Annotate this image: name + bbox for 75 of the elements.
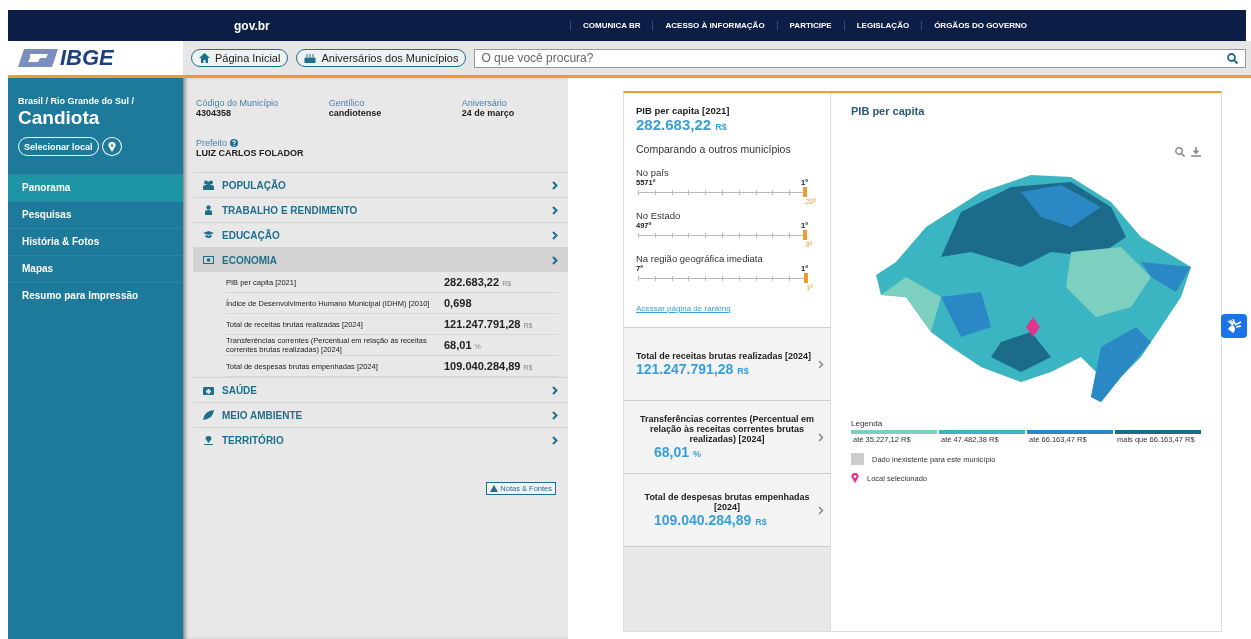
field-label: Gentílico — [328, 98, 366, 108]
home-icon — [199, 53, 210, 63]
legend-title: Legenda — [851, 419, 884, 428]
section-icon — [203, 435, 214, 445]
field-label: Código do Município — [196, 98, 280, 108]
nav-pill-button[interactable]: Página Inicial — [191, 49, 289, 67]
indicator-title: Total de receitas brutas realizadas [2024] — [636, 351, 812, 361]
govbr-logo[interactable]: gov.br — [234, 18, 570, 33]
gov-link[interactable]: COMUNICA BR — [570, 21, 653, 30]
download-icon[interactable] — [1191, 147, 1201, 157]
location-pin-icon — [107, 141, 116, 152]
section-icon — [203, 255, 214, 265]
accordion-section[interactable]: MEIO AMBIENTE — [193, 402, 568, 427]
comparison-heading: Comparando a outros municípios — [636, 143, 792, 155]
section-icon — [203, 205, 214, 215]
chevron-right-icon — [552, 205, 558, 215]
nav-pill-button[interactable]: Aniversários dos Municípios — [296, 49, 467, 67]
indicator-value: 0,698 — [444, 297, 472, 309]
gov-link[interactable]: ACESSO À INFORMAÇÃO — [652, 21, 777, 30]
section-icon — [203, 410, 214, 420]
indicator-card[interactable]: Total de receitas brutas realizadas [2024] 121.247.791,28 R$ — [624, 328, 830, 401]
indicator-card[interactable]: Total de despesas brutas empenhadas [2024] 109.040.284,89 R$ — [624, 474, 830, 547]
accordion-section[interactable]: SAÚDE — [193, 377, 568, 402]
location-pin-icon — [851, 473, 859, 483]
place-name: Candiota — [18, 107, 101, 129]
accordion-section[interactable]: POPULAÇÃO — [193, 172, 568, 197]
field-value: LUIZ CARLOS FOLADOR — [196, 148, 305, 158]
chevron-right-icon — [552, 435, 558, 445]
chevron-right-icon — [818, 505, 824, 515]
search-icon[interactable] — [1227, 52, 1238, 64]
field-label: Aniversário — [461, 98, 508, 108]
gov-link[interactable]: ÓRGÃOS DO GOVERNO — [921, 21, 1040, 30]
chevron-right-icon — [818, 432, 824, 442]
field-label: Prefeito — [196, 138, 228, 148]
section-icon — [203, 230, 214, 240]
cake-icon — [304, 53, 317, 63]
search-field[interactable]: O que você procura? — [474, 48, 1246, 68]
indicator-value: 282.683,22 R$ — [636, 116, 728, 133]
accessibility-button[interactable] — [1221, 314, 1247, 338]
gov-link[interactable]: PARTICIPE — [776, 21, 844, 30]
gov-link[interactable]: LEGISLAÇÃO — [843, 21, 922, 30]
indicator-value: 68,01 % — [653, 444, 702, 460]
sidebar-item[interactable]: Panorama — [8, 174, 183, 201]
accordion-section[interactable]: ECONOMIA — [193, 247, 568, 272]
indicator-title: PIB per capita [2021] — [636, 105, 731, 116]
chevron-right-icon — [818, 359, 824, 369]
map-title: PIB per capita — [851, 105, 926, 117]
accordion-section[interactable]: TERRITÓRIO — [193, 427, 568, 452]
ibge-logo-icon[interactable] — [18, 49, 58, 67]
chevron-right-icon — [552, 255, 558, 265]
chevron-right-icon — [552, 385, 558, 395]
accordion-section[interactable]: TRABALHO E RENDIMENTO — [193, 197, 568, 222]
indicator-title: Transferências correntes (Percentual em relação às receitas correntes brutas realizadas) [2024] — [638, 414, 816, 444]
missing-data-swatch — [851, 453, 864, 465]
section-icon — [203, 385, 214, 395]
ranking-label: No país — [636, 167, 670, 178]
indicator-value: 121.247.791,28 R$ — [636, 361, 750, 377]
field-value: candiotense — [328, 108, 383, 118]
chevron-right-icon — [552, 410, 558, 420]
breadcrumb[interactable]: Brasil / Rio Grande do Sul / — [18, 96, 173, 106]
field-value: 4304358 — [196, 108, 233, 118]
warning-icon — [490, 485, 499, 492]
chevron-right-icon — [552, 230, 558, 240]
zoom-icon[interactable] — [1175, 147, 1185, 157]
ranking-label: No Estado — [636, 210, 682, 221]
sign-language-hands-icon — [1226, 319, 1242, 333]
indicator-card[interactable]: Transferências correntes (Percentual em relação às receitas correntes brutas realizadas) [2024] 68,01 % — [624, 401, 830, 474]
ibge-logo[interactable]: IBGE — [60, 45, 114, 71]
field-value: 24 de março — [461, 108, 516, 118]
chevron-right-icon — [552, 180, 558, 190]
ranking-label: Na região geográfica imediata — [636, 253, 764, 264]
help-icon[interactable] — [230, 139, 239, 147]
section-icon — [203, 180, 214, 190]
indicator-value: 109.040.284,89 R$ — [653, 512, 768, 528]
indicator-title: Total de despesas brutas empenhadas [2024] — [643, 492, 811, 512]
